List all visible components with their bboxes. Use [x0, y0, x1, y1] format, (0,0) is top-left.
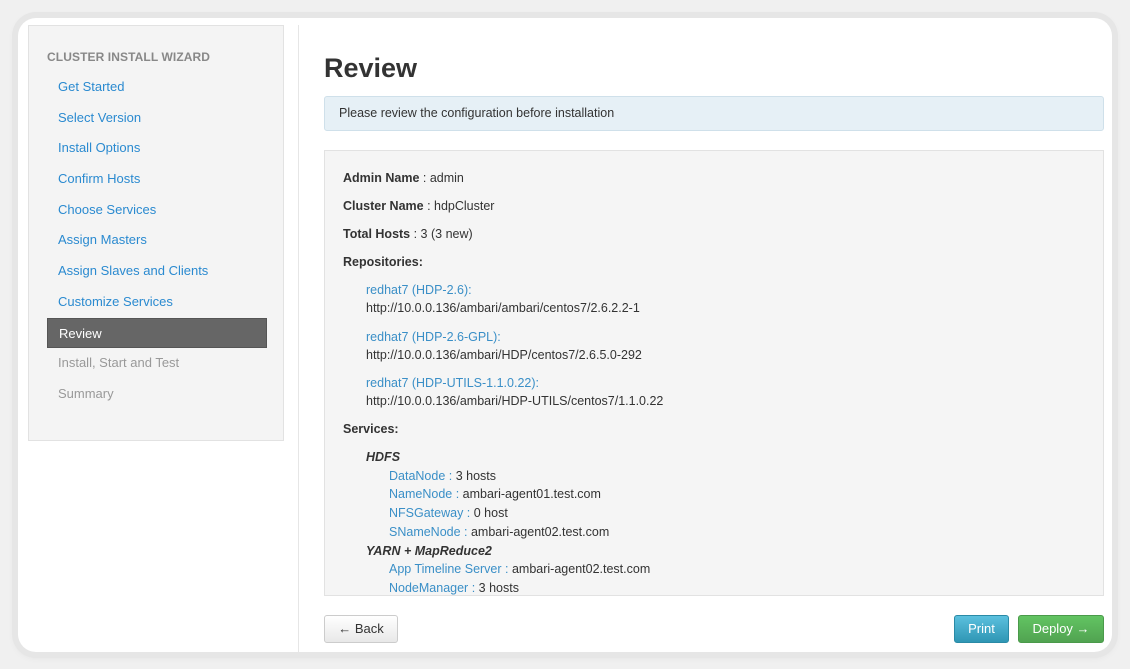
total-hosts-row: Total Hosts : 3 (3 new): [343, 227, 473, 241]
repositories-heading: Repositories:: [343, 255, 423, 269]
service-name: YARN + MapReduce2: [366, 543, 492, 558]
sidebar-step-install-start-and-test: Install, Start and Test: [58, 355, 180, 371]
component-name[interactable]: App Timeline Server :: [389, 562, 512, 576]
deploy-button[interactable]: Deploy →: [1018, 615, 1104, 643]
sidebar-step-assign-masters[interactable]: Assign Masters: [47, 225, 267, 256]
back-button[interactable]: ← Back: [324, 615, 398, 643]
sidebar-step-get-started[interactable]: Get Started: [47, 72, 267, 103]
review-summary[interactable]: Admin Name : admin Cluster Name : hdpClu…: [324, 150, 1104, 596]
component-name[interactable]: DataNode :: [389, 469, 456, 483]
component-row: SNameNode : ambari-agent02.test.com: [389, 525, 609, 539]
cluster-name-row: Cluster Name : hdpCluster: [343, 199, 494, 213]
component-name[interactable]: NodeManager :: [389, 581, 479, 595]
repo-url: http://10.0.0.136/ambari/HDP-UTILS/cento…: [366, 394, 664, 408]
component-hosts: 3 hosts: [455, 468, 497, 483]
service-name: HDFS: [366, 450, 401, 464]
sidebar-step-customize-services[interactable]: Customize Services: [47, 287, 267, 318]
repo-url: http://10.0.0.136/ambari/HDP/centos7/2.6…: [366, 347, 642, 362]
total-hosts-value: : 3 (3 new): [410, 227, 473, 241]
component-name[interactable]: NFSGateway :: [389, 506, 474, 520]
sidebar-title: CLUSTER INSTALL WIZARD: [47, 50, 211, 64]
sidebar-step-install-options[interactable]: Install Options: [47, 133, 267, 164]
component-name[interactable]: SNameNode :: [389, 525, 471, 539]
component-hosts: ambari-agent01.test.com: [462, 487, 601, 502]
repo-url: http://10.0.0.136/ambari/ambari/centos7/…: [366, 301, 640, 315]
cluster-name-label: Cluster Name: [343, 199, 424, 213]
component-hosts: 3 hosts: [478, 580, 519, 595]
repo-name[interactable]: redhat7 (HDP-2.6-GPL):: [366, 330, 501, 344]
component-row: App Timeline Server : ambari-agent02.tes…: [389, 562, 650, 576]
component-hosts: ambari-agent02.test.com: [511, 562, 651, 577]
services-heading: Services:: [343, 422, 399, 436]
sidebar-step-select-version[interactable]: Select Version: [47, 103, 267, 134]
main-panel: Review Please review the configuration b…: [298, 25, 1112, 652]
cluster-name-value: : hdpCluster: [423, 199, 495, 213]
admin-name-value: : admin: [419, 171, 464, 185]
component-row: DataNode : 3 hosts: [389, 469, 496, 483]
admin-name-row: Admin Name : admin: [343, 171, 464, 185]
repo-name[interactable]: redhat7 (HDP-UTILS-1.1.0.22):: [366, 376, 539, 390]
component-hosts: ambari-agent02.test.com: [470, 524, 610, 539]
window: CLUSTER INSTALL WIZARD Get Started Select…: [18, 18, 1112, 652]
sidebar-step-choose-services[interactable]: Choose Services: [47, 195, 267, 226]
admin-name-label: Admin Name: [343, 171, 420, 185]
component-hosts: 0 host: [473, 506, 508, 521]
component-row: NFSGateway : 0 host: [389, 506, 508, 520]
sidebar-step-assign-slaves-and-clients[interactable]: Assign Slaves and Clients: [47, 256, 267, 287]
sidebar-step-summary: Summary: [58, 385, 114, 401]
wizard-sidebar: CLUSTER INSTALL WIZARD Get Started Select…: [28, 25, 284, 441]
component-row: NodeManager : 3 hosts: [389, 581, 519, 595]
wizard-steps: Get Started Select Version Install Options…: [47, 72, 267, 410]
sidebar-step-confirm-hosts[interactable]: Confirm Hosts: [47, 164, 267, 195]
repo-name[interactable]: redhat7 (HDP-2.6):: [366, 283, 472, 297]
info-alert: Please review the configuration before i…: [324, 96, 1104, 131]
page-title: Review: [324, 53, 418, 83]
total-hosts-label: Total Hosts: [343, 227, 411, 241]
component-row: NameNode : ambari-agent01.test.com: [389, 487, 601, 501]
sidebar-step-review[interactable]: Review: [47, 317, 267, 349]
print-button[interactable]: Print: [954, 615, 1009, 643]
component-name[interactable]: NameNode :: [389, 487, 463, 501]
